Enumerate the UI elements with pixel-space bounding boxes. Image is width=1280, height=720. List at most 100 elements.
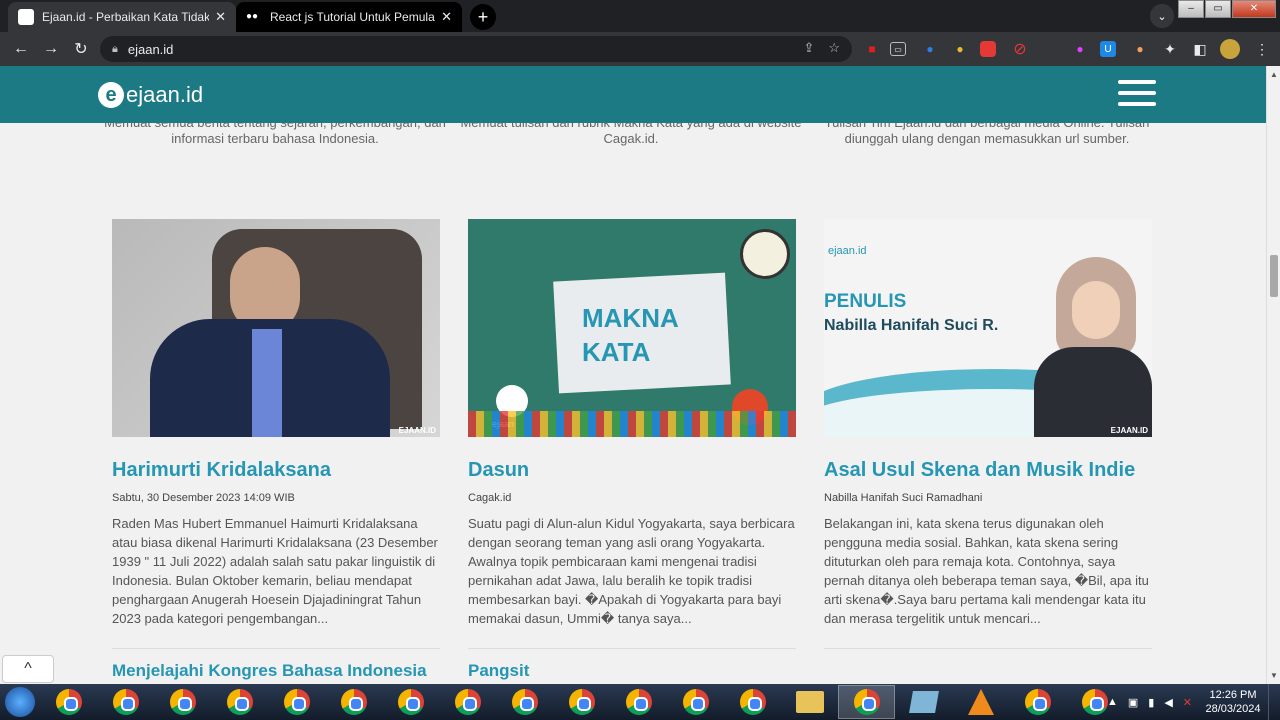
browser-tab-react[interactable]: ●● React js Tutorial Untuk Pemula. Sebua… — [236, 2, 462, 32]
extension-block-icon[interactable]: ⊘ — [1010, 39, 1030, 59]
show-desktop-button[interactable] — [1268, 684, 1280, 720]
chrome-icon — [454, 689, 481, 715]
page-scrollbar[interactable]: ▲ ▼ — [1266, 66, 1280, 684]
medium-favicon-icon: ●● — [246, 9, 262, 25]
article-title[interactable]: Harimurti Kridalaksana — [112, 458, 440, 482]
extension-red-icon[interactable]: ■ — [862, 39, 882, 59]
article-title[interactable]: Asal Usul Skena dan Musik Indie — [824, 458, 1152, 482]
image-text: KATA — [582, 337, 651, 367]
article-card: EJAAN.ID Harimurti Kridalaksana Sabtu, 3… — [112, 219, 440, 649]
taskbar-chrome-app[interactable] — [382, 685, 439, 719]
folder-icon — [795, 691, 824, 713]
start-button[interactable] — [0, 685, 40, 719]
extension-yellow-icon[interactable]: ● — [950, 39, 970, 59]
category-description: Memuat tulisan dari rubrik Makna Kata ya… — [460, 123, 801, 146]
new-tab-button[interactable]: + — [470, 4, 496, 30]
share-icon[interactable]: ⇪ — [803, 40, 814, 56]
back-arrow-icon[interactable]: ← — [6, 40, 36, 58]
browser-tab-ejaan[interactable]: Ejaan.id - Perbaikan Kata Tidak Baku ✕ — [8, 2, 236, 32]
bookmark-star-icon[interactable]: ☆ — [828, 40, 840, 56]
article-excerpt: Suatu pagi di Alun-alun Kidul Yogyakarta… — [468, 516, 795, 626]
ejaan-favicon-icon — [18, 9, 34, 25]
close-window-button[interactable]: ✕ — [1232, 0, 1276, 18]
taskbar-chrome-app[interactable] — [439, 685, 496, 719]
taskbar-chrome-app[interactable] — [667, 685, 724, 719]
taskbar-chrome-app[interactable] — [724, 685, 781, 719]
window-controls: – ▭ ✕ — [1178, 0, 1276, 18]
network-warning-icon[interactable]: ✕ — [1183, 696, 1192, 709]
extension-window-icon[interactable]: ▭ — [890, 42, 906, 56]
vlc-icon — [967, 689, 994, 715]
taskbar-vlc-app[interactable] — [952, 685, 1009, 719]
network-signal-icon[interactable]: ▮ — [1148, 696, 1154, 709]
extension-pink-icon[interactable]: ● — [1070, 39, 1090, 59]
profile-avatar[interactable] — [1220, 39, 1240, 59]
scroll-up-arrow-icon[interactable]: ▲ — [1270, 70, 1278, 79]
show-hidden-icons-icon[interactable]: ▲ — [1107, 696, 1118, 708]
taskbar-chrome-app[interactable] — [211, 685, 268, 719]
side-panel-icon[interactable]: ◧ — [1190, 39, 1210, 59]
image-text: MAKNA — [582, 303, 679, 333]
chrome-icon — [511, 689, 538, 715]
taskbar-chrome-app[interactable] — [97, 685, 154, 719]
windows-logo-icon — [5, 687, 35, 717]
article-title[interactable]: Dasun — [468, 458, 796, 482]
lock-icon[interactable]: 🔒︎ — [112, 43, 118, 56]
extension-u-icon[interactable]: U — [1100, 41, 1116, 57]
extension-globe-icon[interactable]: ● — [920, 39, 940, 59]
article-image[interactable]: ejaan.id PENULIS Nabilla Hanifah Suci R.… — [824, 219, 1152, 437]
page-content: Memuat semua berita tentang sejarah, per… — [0, 123, 1266, 684]
taskbar-chrome-app[interactable] — [40, 685, 97, 719]
tray-app-icon[interactable]: ▣ — [1128, 696, 1138, 709]
close-tab-icon[interactable]: ✕ — [441, 9, 452, 25]
forward-arrow-icon[interactable]: → — [36, 40, 66, 58]
article-meta: Nabilla Hanifah Suci Ramadhani — [824, 492, 983, 504]
taskbar-chrome-app[interactable] — [610, 685, 667, 719]
article-image[interactable]: EJAAN.ID — [112, 219, 440, 437]
site-logo[interactable]: e ejaan.id — [98, 82, 203, 108]
system-clock[interactable]: 12:26 PM 28/03/2024 — [1198, 688, 1268, 716]
browser-tab-strip: Ejaan.id - Perbaikan Kata Tidak Baku ✕ ●… — [0, 0, 1280, 32]
article-excerpt: Belakangan ini, kata skena terus digunak… — [824, 516, 1149, 626]
image-text: Nabilla Hanifah Suci R. — [824, 317, 999, 334]
hamburger-menu-icon[interactable] — [1118, 80, 1156, 108]
chrome-icon — [112, 689, 139, 715]
taskbar-app[interactable] — [895, 685, 952, 719]
extension-adblock-icon[interactable] — [980, 41, 996, 57]
taskbar-chrome-app[interactable] — [325, 685, 382, 719]
article-meta: Cagak.id — [468, 492, 512, 504]
ejaan-logo-icon: e — [98, 82, 124, 108]
browser-menu-icon[interactable]: ⋮ — [1252, 39, 1272, 59]
volume-icon[interactable]: ◀ — [1164, 696, 1172, 709]
scrollbar-thumb[interactable] — [1270, 255, 1278, 297]
taskbar-explorer-app[interactable] — [781, 685, 838, 719]
article-excerpt: Raden Mas Hubert Emmanuel Haimurti Krida… — [112, 516, 438, 626]
article-image[interactable]: MAKNA KATA ejaan — [468, 219, 796, 437]
taskbar-chrome-app[interactable] — [553, 685, 610, 719]
next-article-title[interactable]: Menjelajahi Kongres Bahasa Indonesia — [112, 661, 427, 681]
chrome-icon — [169, 689, 196, 715]
next-article-title[interactable]: Pangsit — [468, 661, 529, 681]
address-bar[interactable]: 🔒︎ ejaan.id ⇪ ☆ — [100, 36, 852, 62]
scroll-down-arrow-icon[interactable]: ▼ — [1270, 671, 1278, 680]
chrome-icon — [682, 689, 709, 715]
taskbar-chrome-app[interactable] — [1009, 685, 1066, 719]
clock-time: 12:26 PM — [1209, 689, 1257, 701]
chrome-icon — [1081, 689, 1108, 715]
chrome-icon — [1024, 689, 1051, 715]
close-tab-icon[interactable]: ✕ — [215, 9, 226, 25]
taskbar-chrome-app-active[interactable] — [838, 685, 895, 719]
extension-orange-icon[interactable]: ● — [1130, 39, 1150, 59]
minimize-button[interactable]: – — [1178, 0, 1204, 18]
image-text: PENULIS — [824, 291, 907, 312]
maximize-button[interactable]: ▭ — [1205, 0, 1231, 18]
back-to-top-button[interactable]: ^ — [2, 655, 54, 683]
reload-icon[interactable]: ↻ — [66, 39, 96, 59]
tab-search-button[interactable]: ⌄ — [1150, 4, 1174, 28]
extensions-puzzle-icon[interactable]: ✦ — [1160, 39, 1180, 59]
taskbar-chrome-app[interactable] — [268, 685, 325, 719]
site-header: e ejaan.id — [0, 66, 1266, 123]
taskbar-chrome-app[interactable] — [496, 685, 553, 719]
taskbar-chrome-app[interactable] — [154, 685, 211, 719]
app-window-icon — [908, 691, 939, 713]
